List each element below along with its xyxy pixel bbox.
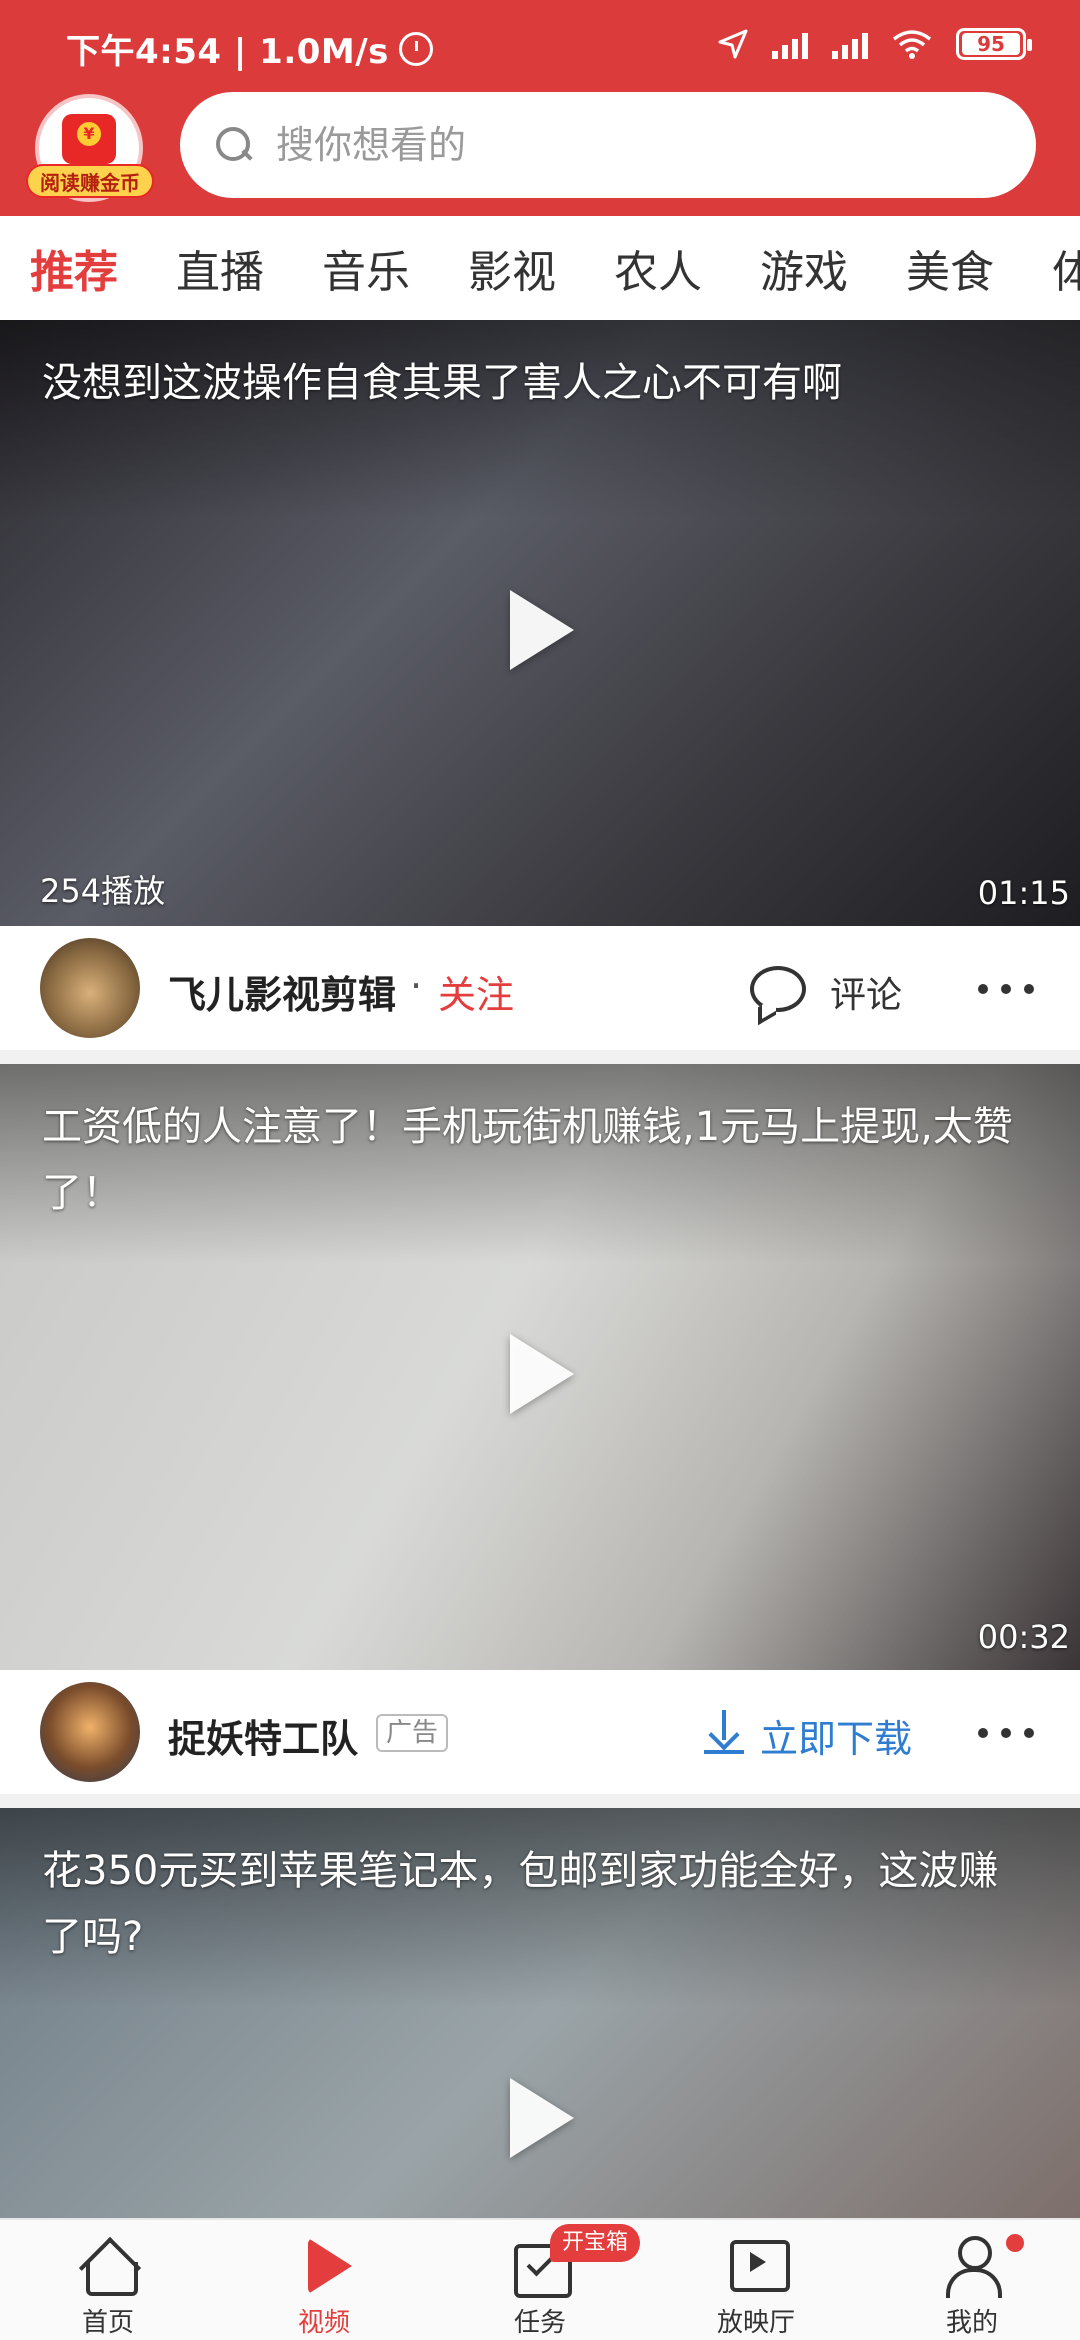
- advertiser-avatar[interactable]: [40, 1682, 140, 1782]
- nav-home-label: 首页: [81, 2308, 134, 2338]
- status-bar: 下午4:54 | 1.0M/s 95: [0, 0, 1080, 90]
- video-title: 花350元买到苹果笔记本，包邮到家功能全好，这波赚了吗?: [42, 1848, 999, 1960]
- tab-live[interactable]: 直播: [176, 236, 264, 300]
- card-divider: [0, 1794, 1080, 1808]
- follow-button[interactable]: 关注: [438, 964, 514, 1019]
- theater-icon-stand: [738, 2288, 774, 2292]
- app-header: 下午4:54 | 1.0M/s 95 阅读赚金币: [0, 0, 1080, 216]
- tab-food[interactable]: 美食: [906, 236, 994, 300]
- video-card: 花350元买到苹果笔记本，包邮到家功能全好，这波赚了吗?: [0, 1808, 1080, 2228]
- status-time-text: 下午4:54 | 1.0M/s: [66, 32, 389, 72]
- nav-video-label: 视频: [297, 2308, 350, 2338]
- red-envelope-icon: [62, 114, 116, 164]
- tab-film[interactable]: 影视: [468, 236, 556, 300]
- bottom-navigation: 首页 视频 开宝箱 任务 放映厅 我的: [0, 2218, 1080, 2340]
- wifi-icon: [892, 30, 932, 59]
- video-play-icon: [294, 2234, 354, 2294]
- card-divider: [0, 1050, 1080, 1064]
- read-earn-coins-button[interactable]: 阅读赚金币: [26, 94, 154, 202]
- video-thumbnail[interactable]: 没想到这波操作自食其果了害人之心不可有啊 254播放 01:15: [0, 320, 1080, 926]
- cell-signal-icon: [772, 29, 808, 59]
- search-input[interactable]: [276, 123, 976, 167]
- ad-video-card: 工资低的人注意了！手机玩街机赚钱,1元马上提现,太赞了！ 00:32 捉妖特工队…: [0, 1064, 1080, 1808]
- video-feed: 没想到这波操作自食其果了害人之心不可有啊 254播放 01:15 飞儿影视剪辑 …: [0, 320, 1080, 2228]
- treasure-box-badge: 开宝箱: [550, 2224, 641, 2262]
- nav-tasks-label: 任务: [513, 2308, 566, 2338]
- nav-tasks[interactable]: 开宝箱 任务: [432, 2220, 648, 2340]
- video-duration: 00:32: [977, 1618, 1070, 1656]
- play-icon[interactable]: [510, 2078, 574, 2158]
- coin-badge-label: 阅读赚金币: [26, 164, 154, 198]
- nav-home[interactable]: 首页: [0, 2220, 216, 2340]
- notification-dot: [1006, 2234, 1024, 2252]
- tab-games[interactable]: 游戏: [760, 236, 848, 300]
- video-duration: 01:15: [977, 874, 1070, 912]
- more-options-icon[interactable]: [978, 984, 1034, 994]
- alarm-icon: [398, 31, 433, 66]
- hd-signal-icon: [832, 29, 868, 59]
- video-card: 没想到这波操作自食其果了害人之心不可有啊 254播放 01:15 飞儿影视剪辑 …: [0, 320, 1080, 1064]
- status-indicators: 95: [718, 28, 1032, 60]
- tab-recommend[interactable]: 推荐: [30, 236, 118, 300]
- video-meta-row: 捉妖特工队 广告 立即下载: [0, 1670, 1080, 1794]
- more-options-icon[interactable]: [978, 1728, 1034, 1738]
- video-title: 工资低的人注意了！手机玩街机赚钱,1元马上提现,太赞了！: [42, 1104, 1013, 1216]
- advertiser-name[interactable]: 捉妖特工队: [168, 1708, 358, 1763]
- nav-video[interactable]: 视频: [216, 2220, 432, 2340]
- home-icon: [78, 2234, 138, 2296]
- video-title: 没想到这波操作自食其果了害人之心不可有啊: [42, 360, 842, 406]
- play-count: 254播放: [40, 872, 166, 910]
- tab-music[interactable]: 音乐: [322, 236, 410, 300]
- nav-theater[interactable]: 放映厅: [648, 2220, 864, 2340]
- search-bar[interactable]: [180, 92, 1036, 198]
- comment-button[interactable]: 评论: [830, 966, 902, 1018]
- video-thumbnail[interactable]: 工资低的人注意了！手机玩街机赚钱,1元马上提现,太赞了！ 00:32: [0, 1064, 1080, 1670]
- battery-level: 95: [962, 33, 1020, 55]
- play-icon[interactable]: [510, 590, 574, 670]
- nav-theater-label: 放映厅: [716, 2308, 795, 2338]
- download-icon-base: [704, 1750, 744, 1754]
- tab-sports[interactable]: 体: [1052, 236, 1080, 300]
- video-thumbnail[interactable]: 花350元买到苹果笔记本，包邮到家功能全好，这波赚了吗?: [0, 1808, 1080, 2228]
- nav-profile[interactable]: 我的: [864, 2220, 1080, 2340]
- download-button[interactable]: 立即下载: [760, 1708, 912, 1763]
- location-icon: [718, 29, 748, 59]
- battery-icon: 95: [956, 28, 1032, 60]
- profile-icon: [942, 2234, 1002, 2298]
- status-time: 下午4:54 | 1.0M/s: [66, 24, 433, 73]
- author-name[interactable]: 飞儿影视剪辑: [168, 964, 396, 1019]
- category-tabs: 推荐 直播 音乐 影视 农人 游戏 美食 体: [0, 216, 1080, 320]
- ad-badge: 广告: [376, 1714, 449, 1752]
- play-icon[interactable]: [510, 1334, 574, 1414]
- separator-dot: ·: [410, 964, 423, 1008]
- search-icon: [214, 125, 254, 165]
- author-avatar[interactable]: [40, 938, 140, 1038]
- nav-profile-label: 我的: [945, 2308, 998, 2338]
- video-meta-row: 飞儿影视剪辑 · 关注 评论: [0, 926, 1080, 1050]
- theater-icon: [726, 2234, 790, 2294]
- comment-icon[interactable]: [750, 966, 806, 1012]
- tab-farmer[interactable]: 农人: [614, 236, 702, 300]
